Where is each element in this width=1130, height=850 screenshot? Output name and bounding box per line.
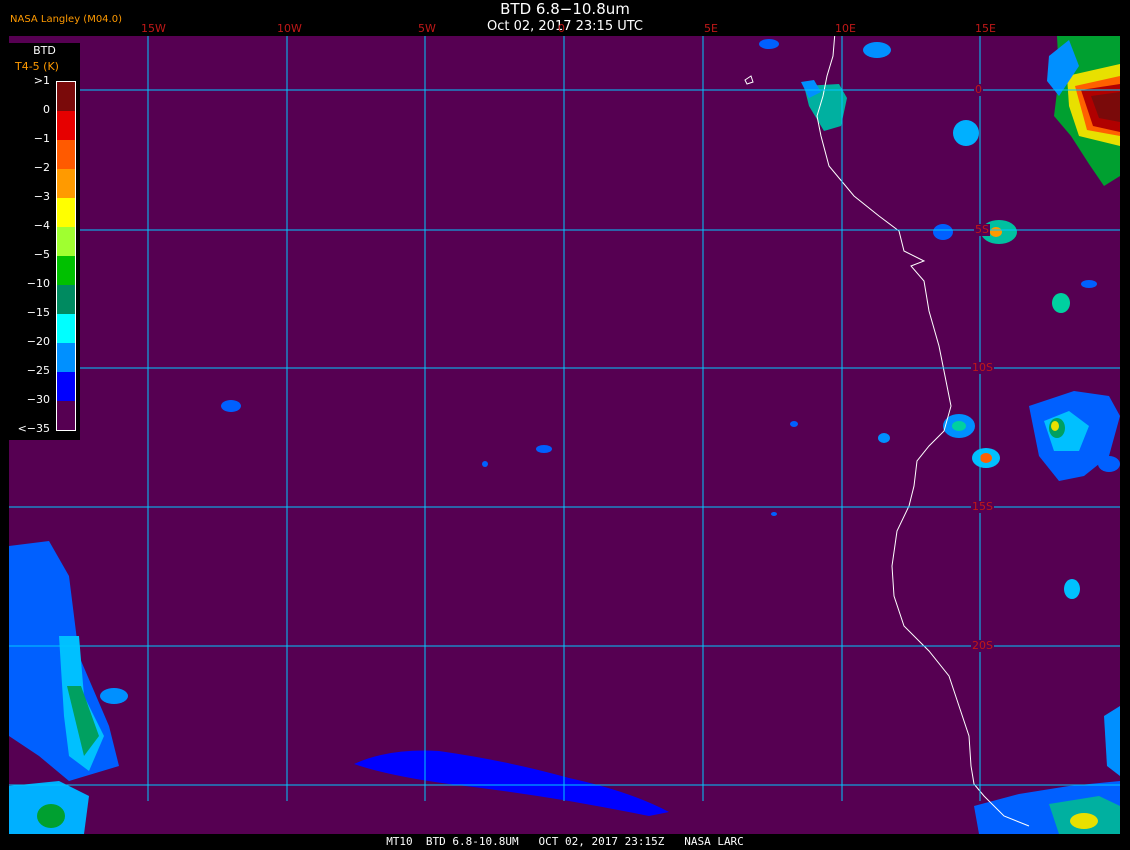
legend-swatch <box>57 198 75 227</box>
legend-tick-label: −15 <box>26 306 50 319</box>
cloud-south-streak <box>354 750 669 816</box>
cloud-se-3 <box>1070 813 1098 829</box>
cloud-sw-6 <box>100 688 128 704</box>
legend-swatch <box>57 140 75 169</box>
cloud-e-5 <box>1052 293 1070 313</box>
legend-swatch <box>57 169 75 198</box>
satellite-map[interactable]: 0 5S 10S 15S 20S <box>9 36 1120 834</box>
legend-swatch <box>57 372 75 401</box>
footer-caption: MT10 BTD 6.8-10.8UM OCT 02, 2017 23:15Z … <box>386 835 744 848</box>
legend-tick-label: >1 <box>33 74 50 87</box>
cloud-me-8 <box>952 421 966 431</box>
legend-swatch <box>57 82 75 111</box>
cloud-ocean-5 <box>790 421 798 427</box>
legend-unit: T4-5 (K) <box>15 60 59 73</box>
lon-label-15e: 15E <box>975 22 996 35</box>
legend-tick-label: −30 <box>26 393 50 406</box>
color-legend: BTD T4-5 (K) >1 0 −1 −2 −3 −4 −5 −10 −15 −20 −25 −3… <box>9 43 80 440</box>
legend-tick-label: <−35 <box>17 422 50 435</box>
legend-tick-label: −2 <box>33 161 50 174</box>
legend-tick-label: −20 <box>26 335 50 348</box>
cloud-ocean-3 <box>482 461 488 467</box>
cloud-ocean-2 <box>536 445 552 453</box>
cloud-e-4 <box>933 224 953 240</box>
cloud-e-1 <box>953 120 979 146</box>
lon-label-10w: 10W <box>277 22 302 35</box>
lat-label-15s: 15S <box>971 500 994 513</box>
cloud-se-4 <box>1104 706 1120 776</box>
product-title: BTD 6.8−10.8um <box>500 0 630 18</box>
legend-swatch <box>57 256 75 285</box>
lat-label-0: 0 <box>974 83 983 96</box>
legend-swatch <box>57 343 75 372</box>
lat-label-5s: 5S <box>974 223 990 236</box>
legend-swatch <box>57 401 75 430</box>
map-canvas <box>9 36 1120 834</box>
legend-tick-label: −25 <box>26 364 50 377</box>
legend-tick-label: −3 <box>33 190 50 203</box>
legend-tick-label: −10 <box>26 277 50 290</box>
lon-label-5e: 5E <box>704 22 718 35</box>
timestamp-label: Oct 02, 2017 23:15 UTC <box>487 19 643 34</box>
cloud-ocean-1 <box>221 400 241 412</box>
legend-title: BTD <box>33 44 56 57</box>
coastline <box>816 36 1030 827</box>
cloud-me-10 <box>1064 579 1080 599</box>
legend-colorbar <box>56 81 76 431</box>
cloud-me-6 <box>980 453 992 463</box>
cloud-me-11 <box>878 433 890 443</box>
cloud-me-9 <box>1098 456 1120 472</box>
cloud-sw-5 <box>37 804 65 828</box>
legend-tick-label: 0 <box>43 103 50 116</box>
cloud-me-4 <box>1051 421 1059 431</box>
lat-label-10s: 10S <box>971 361 994 374</box>
cloud-e-3 <box>990 227 1002 237</box>
legend-swatch <box>57 227 75 256</box>
legend-tick-label: −1 <box>33 132 50 145</box>
legend-swatch <box>57 111 75 140</box>
lat-label-20s: 20S <box>971 639 994 652</box>
legend-tick-label: −4 <box>33 219 50 232</box>
lon-label-15w: 15W <box>141 22 166 35</box>
lon-label-10e: 10E <box>835 22 856 35</box>
legend-swatch <box>57 285 75 314</box>
cloud-n-blob-1 <box>863 42 891 58</box>
legend-swatch <box>57 314 75 343</box>
legend-tick-label: −5 <box>33 248 50 261</box>
cloud-ocean-4 <box>771 512 777 516</box>
lon-label-0: 0 <box>558 22 565 35</box>
island-bioko <box>744 75 754 85</box>
lon-label-5w: 5W <box>418 22 436 35</box>
cloud-e-6 <box>1081 280 1097 288</box>
cloud-n-blob-2 <box>759 39 779 49</box>
